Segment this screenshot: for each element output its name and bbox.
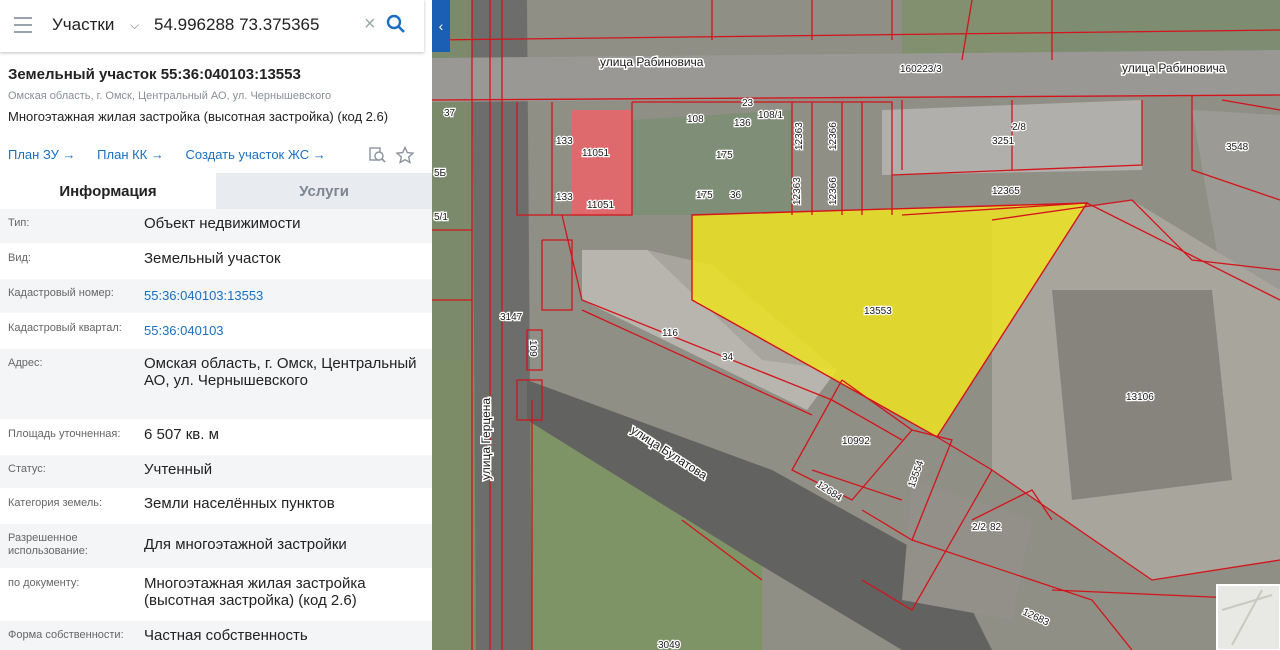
info-row-value: Частная собственность	[144, 627, 308, 644]
info-row-label: Адрес:	[8, 357, 43, 369]
clear-icon[interactable]: ×	[364, 13, 376, 36]
tabs: Информация Услуги	[0, 173, 432, 209]
parcel-number: 3147	[500, 312, 523, 323]
parcel-number: 116	[662, 328, 678, 339]
info-row-label: Форма собственности:	[8, 629, 124, 641]
info-row-label: Категория земель:	[8, 497, 103, 509]
parcel-number: 133	[556, 136, 573, 147]
parcel-number: 160223/3	[900, 64, 942, 75]
info-row-value: Земельный участок	[144, 250, 281, 267]
tool-icons	[368, 145, 418, 169]
parcel-number: 3251	[992, 136, 1015, 147]
parcel-address: Омская область, г. Омск, Центральный АО,…	[8, 90, 332, 102]
parcel-number: 13553	[864, 306, 892, 317]
zoom-find-icon[interactable]	[369, 147, 386, 163]
search-input[interactable]	[148, 8, 370, 42]
parcel-number: 175	[696, 190, 713, 201]
info-row: Площадь уточненная: 6 507 кв. м	[0, 420, 432, 455]
map-view[interactable]: улица Рабиновича улица Рабиновича улица …	[432, 0, 1280, 650]
parcel-number: 11051	[582, 148, 610, 159]
parcel-title: Земельный участок 55:36:040103:13553	[8, 66, 301, 83]
info-row: Кадастровый номер: 55:36:040103:13553	[0, 279, 432, 314]
info-row: Разрешенное использование: Для многоэтаж…	[0, 524, 432, 569]
info-row: Статус: Учтенный	[0, 455, 432, 489]
parcel-number: 23	[742, 98, 754, 109]
info-row-label: Разрешенное использование:	[8, 532, 88, 557]
info-row-label: Вид:	[8, 252, 31, 264]
parcel-number: 108	[687, 114, 704, 125]
cadastral-quarter-link[interactable]: 55:36:040103	[144, 314, 432, 348]
parcel-number: 11051	[587, 200, 615, 211]
parcel-links: План ЗУ → План КК → Создать участок ЖС →	[8, 147, 344, 162]
parcel-number: 133	[556, 192, 573, 203]
parcel-number: 12363	[792, 177, 803, 205]
parcel-number: 136	[734, 118, 751, 129]
info-row-label: Кадастровый номер:	[8, 287, 114, 299]
info-panel: Участки ⌵ × Земельный участок 55:36:0401…	[0, 0, 432, 650]
info-table: Тип: Объект недвижимости Вид: Земельный …	[0, 209, 432, 650]
parcel-number: 34	[722, 352, 734, 363]
parcel-number: 37	[444, 108, 456, 119]
street-label: улица Герцена	[479, 398, 493, 480]
parcel-number: 3049	[658, 640, 681, 650]
street-label: улица Рабиновича	[1122, 61, 1226, 75]
info-row-label: по документу:	[8, 577, 80, 589]
info-row-value: Учтенный	[144, 461, 213, 478]
chevron-down-icon[interactable]: ⌵	[130, 18, 139, 33]
cadastral-number-link[interactable]: 55:36:040103:13553	[144, 279, 432, 313]
parcel-number: 13106	[1126, 392, 1154, 403]
parcel-number: 12366	[828, 177, 839, 205]
parcel-number: 12363	[794, 122, 805, 150]
info-row: Категория земель: Земли населённых пункт…	[0, 489, 432, 524]
street-label: улица Рабиновича	[600, 55, 704, 69]
info-row-value: Многоэтажная жилая застройка (высотная з…	[144, 575, 366, 609]
parcel-number: 12365	[992, 186, 1020, 197]
info-row: Вид: Земельный участок	[0, 244, 432, 279]
parcel-number: 82	[990, 522, 1002, 533]
parcel-number: 109	[527, 340, 538, 357]
info-row: по документу: Многоэтажная жилая застрой…	[0, 569, 432, 621]
layer-select[interactable]: Участки	[52, 15, 114, 35]
info-row: Адрес: Омская область, г. Омск, Централь…	[0, 349, 432, 420]
info-row-value: Омская область, г. Омск, Центральный АО,…	[144, 355, 417, 389]
star-icon[interactable]	[395, 145, 415, 164]
info-row-label: Кадастровый квартал:	[8, 322, 122, 334]
parcel-use: Многоэтажная жилая застройка (высотная з…	[8, 109, 389, 124]
info-row-label: Площадь уточненная:	[8, 428, 121, 440]
info-row-value: Для многоэтажной застройки	[144, 536, 347, 553]
info-row-value: Объект недвижимости	[144, 215, 301, 232]
search-bar: Участки ⌵ ×	[0, 0, 424, 52]
satellite-map[interactable]: улица Рабиновича улица Рабиновича улица …	[432, 0, 1280, 650]
parcel-number: 2/2	[972, 522, 986, 533]
info-row: Тип: Объект недвижимости	[0, 209, 432, 244]
info-row: Форма собственности: Частная собственнос…	[0, 621, 432, 650]
info-row: Кадастровый квартал: 55:36:040103	[0, 314, 432, 349]
minimap[interactable]	[1216, 584, 1280, 650]
info-row-label: Статус:	[8, 463, 46, 475]
create-parcel-link[interactable]: Создать участок ЖС →	[186, 147, 326, 162]
parcel-number: 5/1	[434, 212, 448, 223]
info-row-value: Земли населённых пунктов	[144, 495, 335, 512]
search-icon[interactable]	[386, 14, 406, 39]
info-row-value: 6 507 кв. м	[144, 426, 219, 443]
tab-services[interactable]: Услуги	[216, 173, 432, 209]
tab-info[interactable]: Информация	[0, 173, 216, 209]
parcel-number: 2/8	[1012, 122, 1026, 133]
menu-icon[interactable]	[14, 17, 32, 33]
info-row-label: Тип:	[8, 217, 30, 229]
parcel-number: 5Б	[434, 168, 447, 179]
parcel-number: 12366	[828, 122, 839, 150]
parcel-number: 10992	[842, 436, 870, 447]
parcel-number: 36	[730, 190, 742, 201]
collapse-left-icon[interactable]: ‹	[432, 0, 450, 52]
plan-kk-link[interactable]: План КК →	[97, 147, 164, 162]
parcel-number: 3548	[1226, 142, 1249, 153]
parcel-number: 175	[716, 150, 733, 161]
plan-zu-link[interactable]: План ЗУ →	[8, 147, 76, 162]
parcel-number: 108/1	[758, 110, 783, 121]
